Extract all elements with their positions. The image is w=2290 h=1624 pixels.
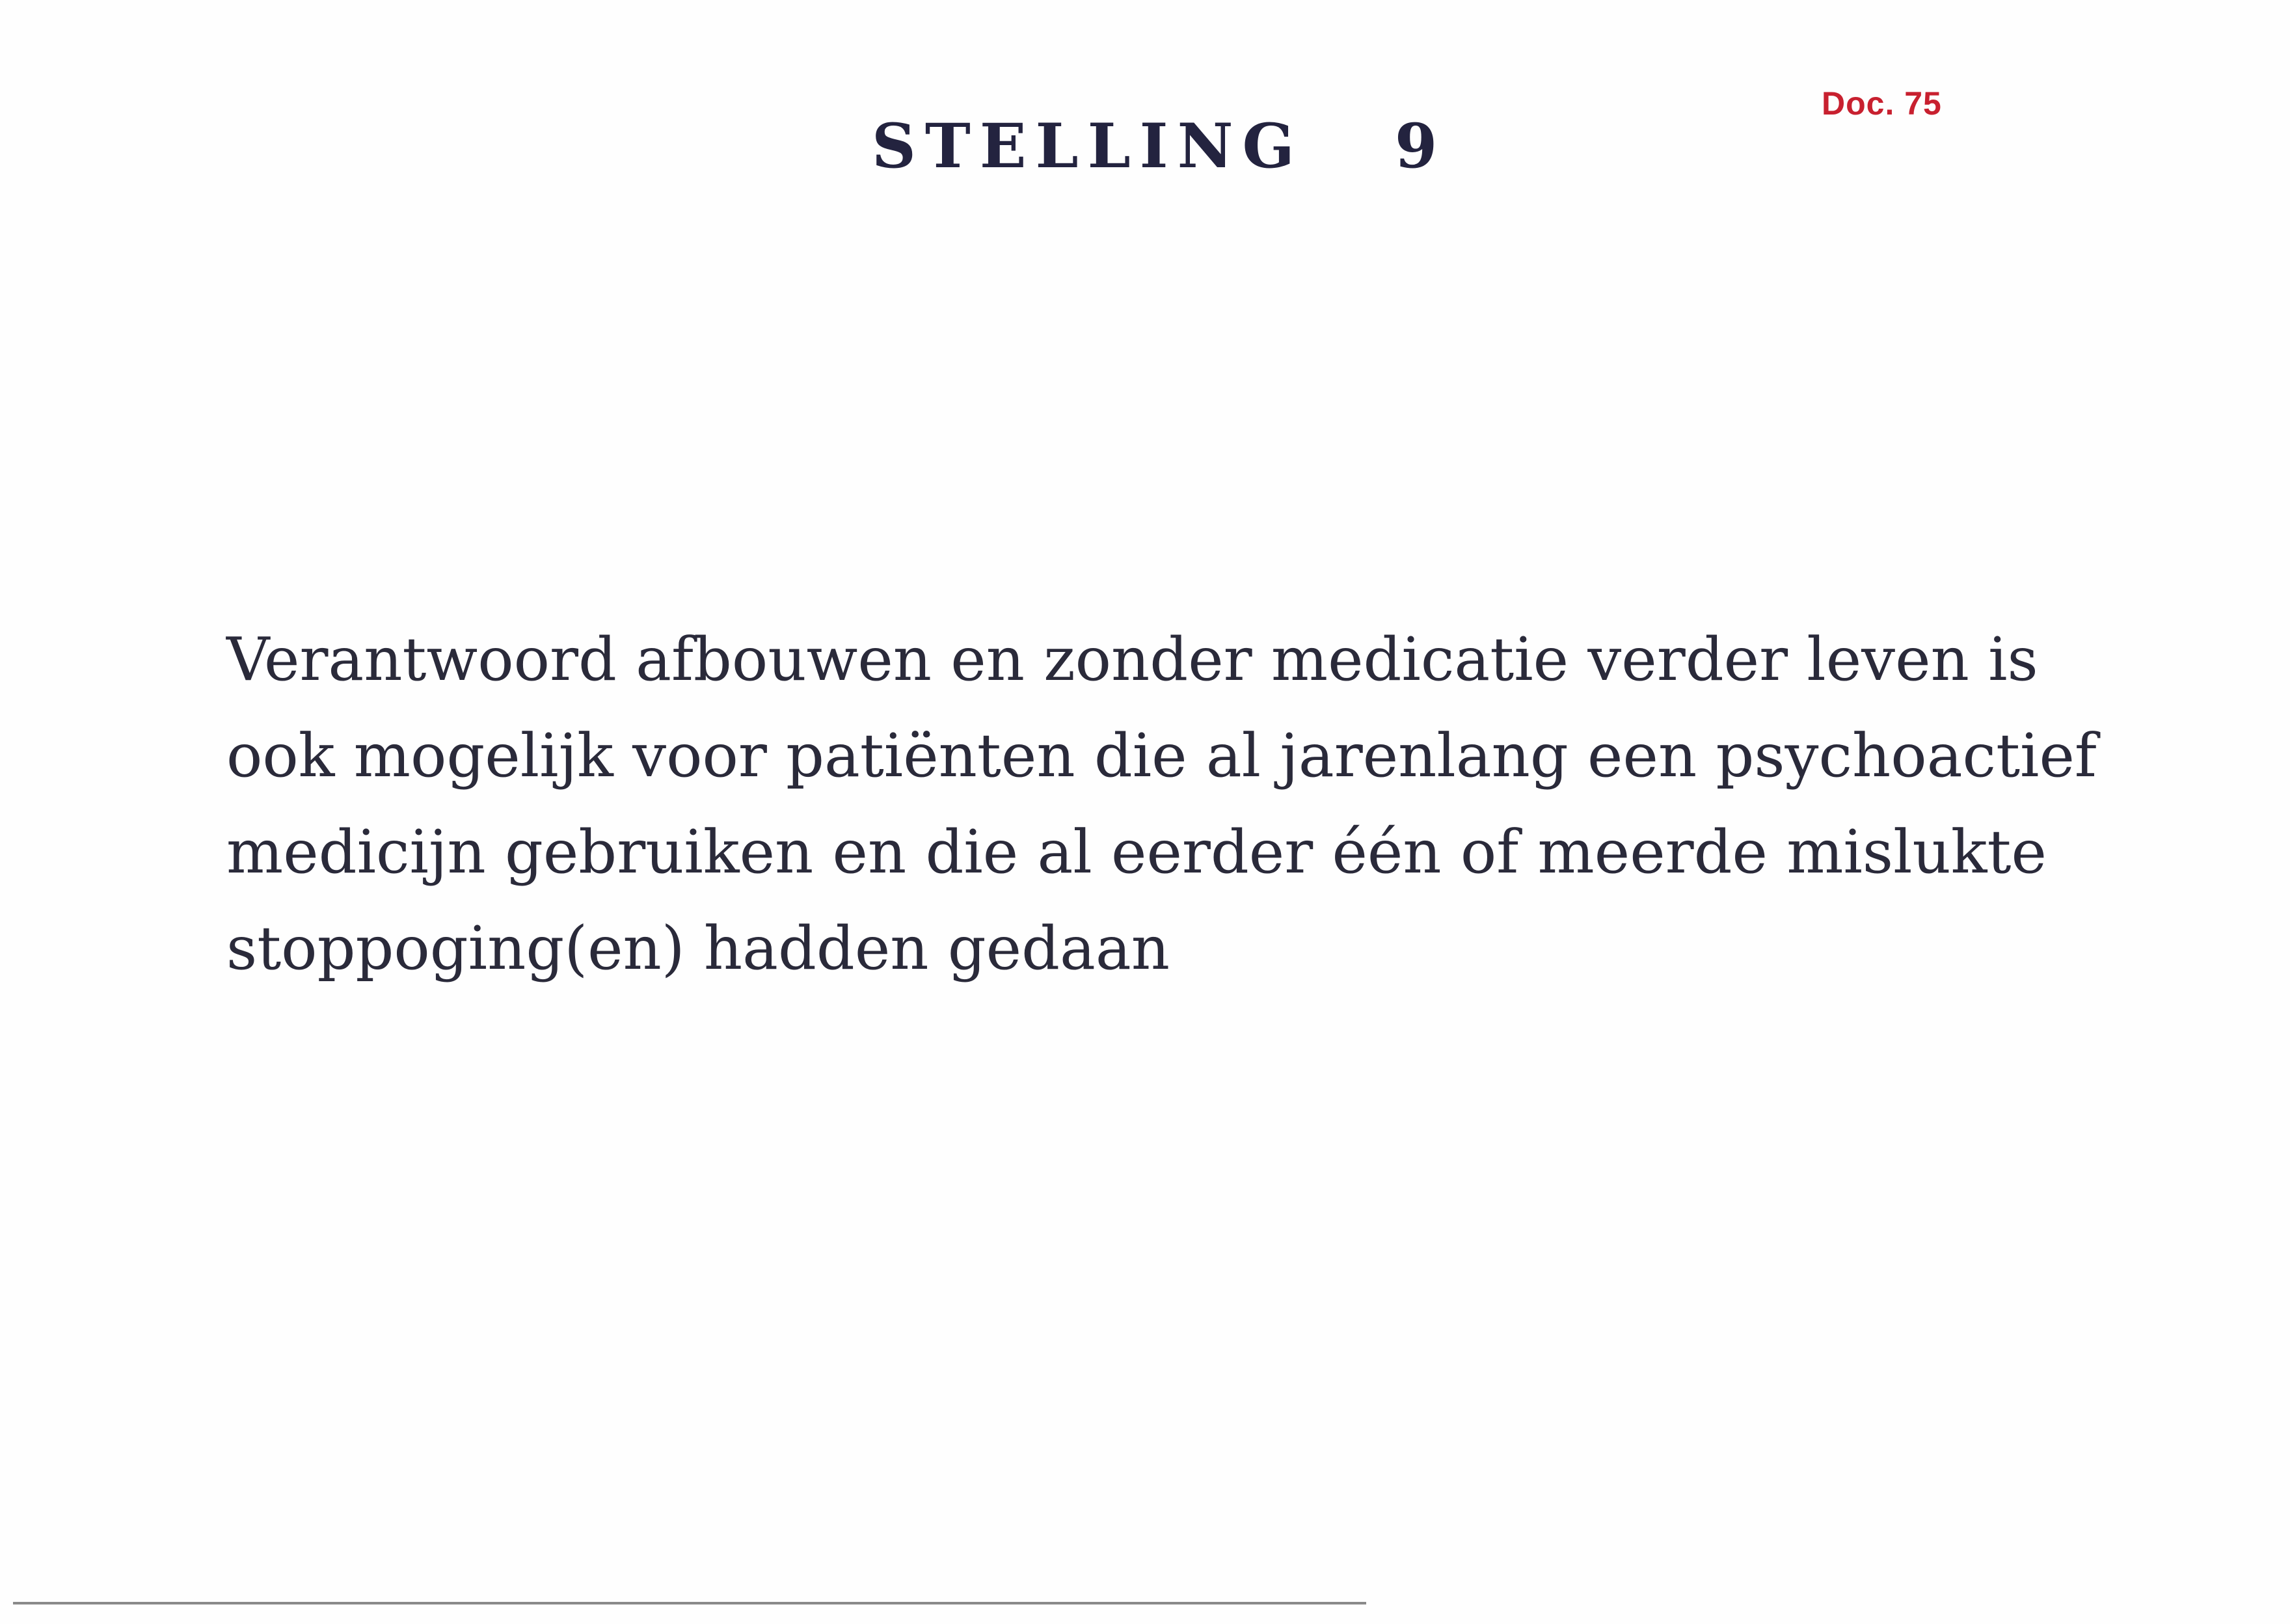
statement-line: stoppoging(en) hadden gedaan: [226, 914, 1170, 983]
statement-line: Verantwoord afbouwen en zonder medicatie…: [226, 625, 2038, 694]
document-number-label: Doc. 75: [1822, 85, 1942, 122]
document-page: Doc. 75 STELLING 9 Verantwoord afbouwen e…: [0, 0, 2290, 1624]
statement-line: medicijn gebruiken en die al eerder één …: [226, 817, 2047, 887]
bottom-divider: [13, 1602, 1366, 1604]
title-number: 9: [1394, 111, 1438, 182]
statement-text: Verantwoord afbouwen en zonder medicatie…: [226, 612, 2178, 997]
statement-line: ook mogelijk voor patiënten die al jaren…: [226, 721, 2097, 791]
title-text: STELLING: [872, 111, 1304, 182]
page-title: STELLING 9: [872, 111, 1437, 182]
